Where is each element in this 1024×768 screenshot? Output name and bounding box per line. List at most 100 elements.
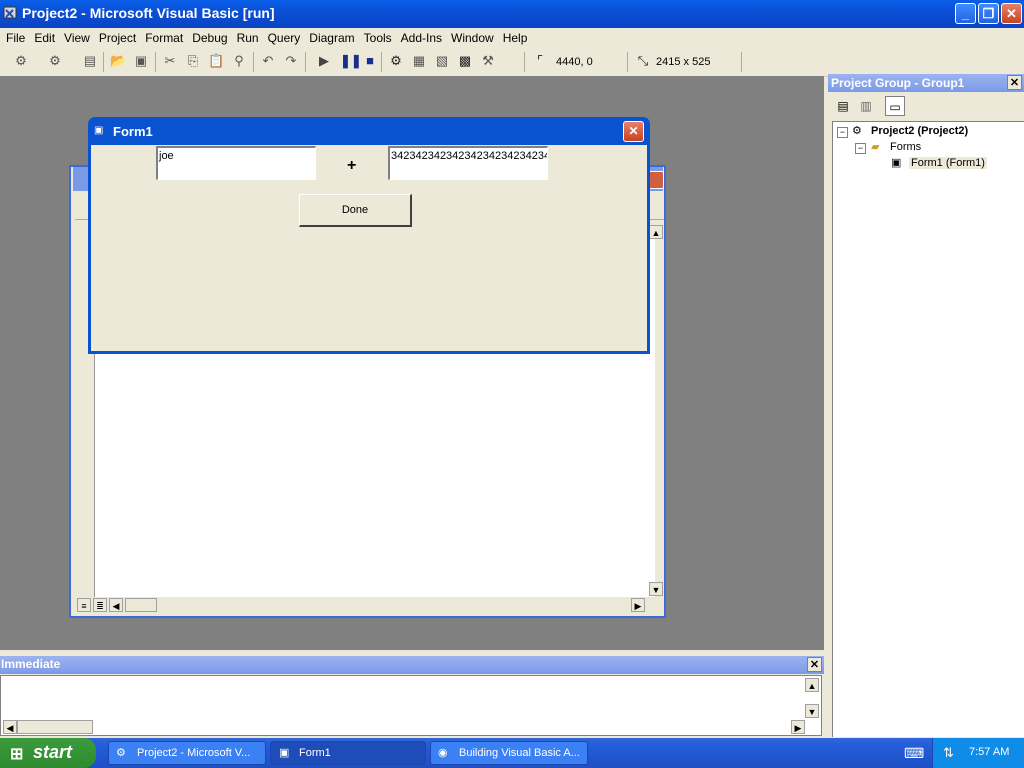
menu-bar: File Edit View Project Format Debug Run Query Di… [0,28,1024,48]
system-tray: ⇅ 7:57 AM [932,738,1024,768]
name-textbox[interactable]: joe [156,146,316,180]
project-tree: − ⚙ Project2 (Project2) − ▰ Forms ▣ Form… [832,121,1024,737]
position-readout: 4440, 0 [556,56,593,68]
form1-client-area: joe + 342342342342342342342342342342 Don… [91,145,647,351]
menu-editor-icon[interactable]: ▤ [82,53,98,69]
project-explorer-icon[interactable]: ⚙ [388,53,404,69]
task-browser-label: Building Visual Basic A... [459,747,580,759]
code-hscroll-right-icon[interactable]: ▶ [631,598,645,612]
immediate-title: Immediate [1,657,61,671]
keyboard-icon[interactable]: ⌨ [904,745,924,762]
undo-icon[interactable]: ↶ [260,53,276,69]
close-button[interactable]: ✕ [1001,3,1022,24]
form1-task-icon: ▣ [279,747,290,759]
minimize-button[interactable]: _ [955,3,976,24]
task-browser[interactable]: ◉ Building Visual Basic A... [430,741,588,765]
save-icon[interactable]: ▣ [133,53,149,69]
immediate-window[interactable]: ▲ ▼ ◀ ▶ [0,675,822,736]
immediate-scroll-up-icon[interactable]: ▲ [805,678,819,692]
view-object-icon[interactable]: ▥ [857,97,875,115]
copy-icon[interactable]: ⎘ [185,53,201,69]
immediate-scroll-down-icon[interactable]: ▼ [805,704,819,718]
object-browser-icon[interactable]: ▩ [457,53,473,69]
pause-icon[interactable]: ❚❚ [340,53,362,69]
find-icon[interactable]: ⚲ [231,53,247,69]
forms-node[interactable]: Forms [890,141,921,153]
form1-title: Form1 [113,124,153,139]
toolbox-icon[interactable]: ⚒ [480,53,496,69]
menu-addins[interactable]: Add-Ins [395,28,445,45]
size-icon: ⤡ [637,53,649,68]
network-icon[interactable]: ⇅ [943,745,954,761]
menu-debug[interactable]: Debug [186,28,230,45]
menu-run[interactable]: Run [231,28,262,45]
immediate-hscroll-right-icon[interactable]: ▶ [791,720,805,734]
browser-task-icon: ◉ [438,747,448,759]
cut-icon[interactable]: ✂ [162,53,178,69]
menu-format[interactable]: Format [139,28,186,45]
full-module-view-icon[interactable]: ≣ [93,598,107,612]
task-form1[interactable]: ▣ Form1 [270,741,426,765]
task-form1-label: Form1 [299,747,331,759]
windows-logo-icon: ⊞ [10,746,24,763]
project-expand-icon[interactable]: − [837,127,848,138]
project-node-icon: ⚙ [852,125,862,137]
menu-view[interactable]: View [58,28,93,45]
position-icon: ⌜ [536,53,544,68]
procedure-view-icon[interactable]: ≡ [77,598,91,612]
standard-toolbar: ⚙ ⚙ ▤ 📂 ▣ ✂ ⎘ 📋 ⚲ ↶ ↷ ▶ ❚❚ ■ ⚙ ▦ ▧ ▩ ⚒ ⌜… [0,48,1024,77]
size-readout: 2415 x 525 [656,56,711,68]
code-hscroll-bar[interactable] [75,597,664,613]
immediate-hscroll-thumb[interactable] [17,720,93,734]
start-button[interactable]: ⊞ start [0,738,96,768]
form1-window[interactable]: ▣ Form1 ✕ joe + 342342342342342342342342… [88,117,650,354]
task-vb-ide[interactable]: ⚙ Project2 - Microsoft V... [108,741,266,765]
clock[interactable]: 7:57 AM [969,746,1009,758]
done-button[interactable]: Done [299,194,412,227]
menu-diagram[interactable]: Diagram [303,28,357,45]
redo-icon[interactable]: ↷ [283,53,299,69]
menu-edit[interactable]: Edit [28,28,58,45]
add-form-icon[interactable]: ⚙ [47,53,63,69]
code-scroll-up-icon[interactable]: ▲ [649,225,663,239]
form1-close-button[interactable]: ✕ [623,121,644,142]
form-layout-icon[interactable]: ▧ [434,53,450,69]
form-node-icon: ▣ [891,157,902,169]
window-title: Project2 - Microsoft Visual Basic [run] [22,5,275,21]
code-hscroll-left-icon[interactable]: ◀ [109,598,123,612]
restore-button[interactable]: ❐ [978,3,999,24]
menu-query[interactable]: Query [262,28,304,45]
plus-label: + [347,157,357,174]
number-textbox[interactable]: 342342342342342342342342342342 [388,146,548,180]
open-icon[interactable]: 📂 [110,53,126,69]
project-group-titlebar: Project Group - Group1 ✕ [828,74,1024,92]
folder-icon: ▰ [871,141,880,153]
properties-window-icon[interactable]: ▦ [411,53,427,69]
stop-icon[interactable]: ■ [362,53,378,69]
add-project-icon[interactable]: ⚙ [13,53,29,69]
code-scroll-down-icon[interactable]: ▼ [649,582,663,596]
immediate-close-button[interactable]: ✕ [807,657,822,672]
start-icon[interactable]: ▶ [316,53,332,69]
menu-project[interactable]: Project [93,28,139,45]
form1-node[interactable]: Form1 (Form1) [909,157,987,169]
menu-tools[interactable]: Tools [358,28,395,45]
view-code-icon[interactable]: ▤ [834,97,852,115]
project-group-close-button[interactable]: ✕ [1007,75,1022,90]
toggle-folders-icon[interactable]: ▭ [885,96,905,116]
menu-help[interactable]: Help [497,28,531,45]
vb-task-icon: ⚙ [116,747,126,759]
menu-file[interactable]: File [0,28,28,45]
project-group-title: Project Group - Group1 [831,76,965,90]
taskbar: ⊞ start ⚙ Project2 - Microsoft V... ▣ Fo… [0,738,1024,768]
forms-expand-icon[interactable]: − [855,143,866,154]
code-hscroll-thumb[interactable] [125,598,157,612]
project-node[interactable]: Project2 (Project2) [871,125,968,137]
title-bar[interactable]: Project2 - Microsoft Visual Basic [run] … [0,0,1024,28]
vb-app-icon [3,5,19,21]
paste-icon[interactable]: 📋 [208,53,224,69]
immediate-hscroll-left-icon[interactable]: ◀ [3,720,17,734]
form1-icon: ▣ [94,125,104,136]
task-vb-label: Project2 - Microsoft V... [137,747,251,759]
menu-window[interactable]: Window [445,28,497,45]
